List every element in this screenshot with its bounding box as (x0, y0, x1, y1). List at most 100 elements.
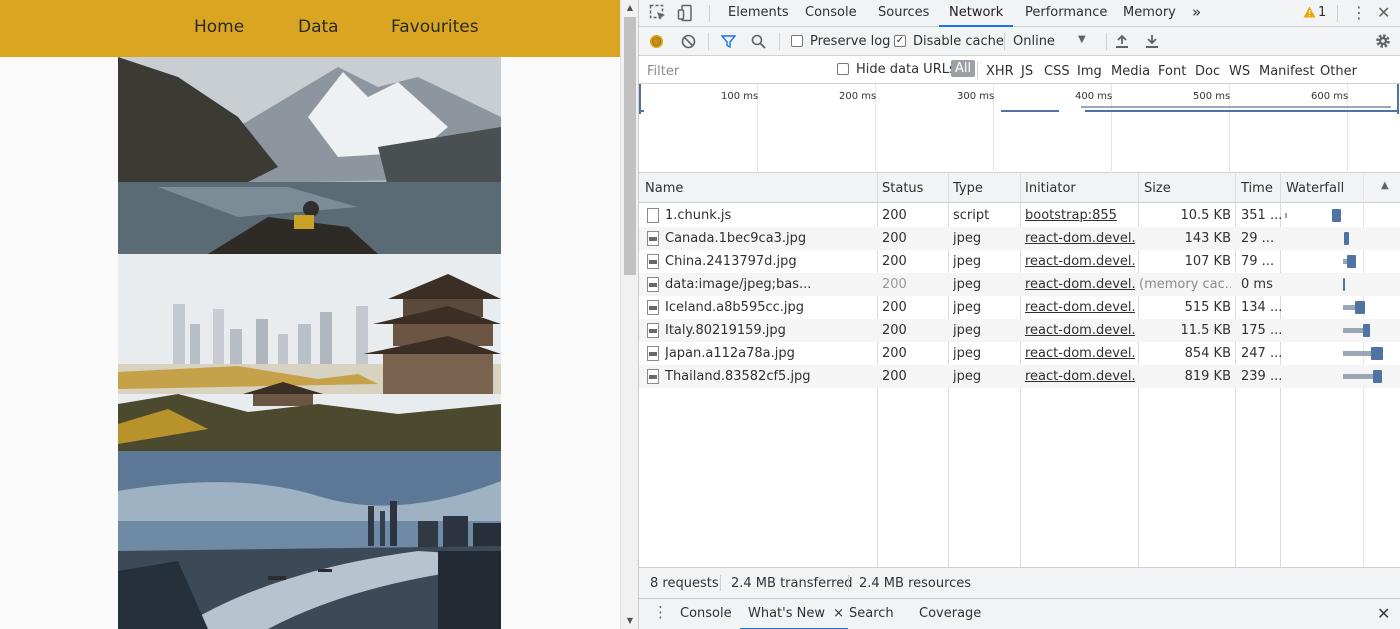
sort-ascending-icon[interactable]: ▲ (1381, 180, 1389, 191)
table-row[interactable]: China.2413797d.jpg 200 jpeg react-dom.de… (639, 250, 1400, 273)
type-filter-media[interactable]: Media (1111, 64, 1150, 79)
more-tabs-icon[interactable]: » (1192, 3, 1201, 21)
request-initiator-link[interactable]: react-dom.devel... (1025, 254, 1135, 269)
drawer-menu-icon[interactable]: ⋮ (653, 603, 668, 621)
table-row[interactable]: Iceland.a8b595cc.jpg 200 jpeg react-dom.… (639, 296, 1400, 319)
request-initiator-link[interactable]: react-dom.devel... (1025, 346, 1135, 361)
request-initiator-link[interactable]: react-dom.devel... (1025, 369, 1135, 384)
drawer-tab-search[interactable]: Search (849, 606, 894, 621)
request-status: 200 (882, 369, 907, 384)
image-file-icon (647, 346, 659, 361)
network-overview-timeline[interactable]: 100 ms 200 ms 300 ms 400 ms 500 ms 600 m… (639, 84, 1400, 173)
drawer-tab-whats-new[interactable]: What's New × (740, 599, 849, 629)
request-status: 200 (882, 277, 907, 292)
request-initiator-link[interactable]: react-dom.devel... (1025, 300, 1135, 315)
type-filter-img[interactable]: Img (1077, 64, 1102, 79)
type-filter-all[interactable]: All (951, 60, 976, 77)
search-icon[interactable] (751, 34, 766, 53)
inspect-element-icon[interactable] (649, 4, 667, 26)
request-initiator-link[interactable]: bootstrap:855 (1025, 208, 1135, 223)
request-initiator-link[interactable]: react-dom.devel... (1025, 323, 1135, 338)
close-devtools-icon[interactable]: ✕ (1377, 3, 1390, 22)
table-row[interactable]: 1.chunk.js 200 script bootstrap:855 10.5… (639, 204, 1400, 227)
drawer-tab-console[interactable]: Console (680, 606, 732, 621)
tab-performance[interactable]: Performance (1025, 5, 1107, 20)
device-toolbar-icon[interactable] (677, 4, 695, 26)
column-header-initiator[interactable]: Initiator (1025, 181, 1076, 196)
tab-elements[interactable]: Elements (728, 5, 789, 20)
network-settings-gear-icon[interactable] (1375, 33, 1391, 53)
request-type: script (953, 208, 990, 223)
tab-sources[interactable]: Sources (878, 5, 929, 20)
request-size: 11.5 KB (1180, 323, 1231, 338)
type-filter-js[interactable]: JS (1021, 64, 1033, 79)
more-options-icon[interactable]: ⋮ (1351, 3, 1367, 22)
type-filter-css[interactable]: CSS (1044, 64, 1070, 79)
table-row[interactable]: Italy.80219159.jpg 200 jpeg react-dom.de… (639, 319, 1400, 342)
photo-pagoda-skyline (118, 254, 501, 451)
throttling-dropdown-icon[interactable]: ▼ (1078, 34, 1086, 45)
waterfall-wait-bar (1343, 351, 1371, 356)
tab-memory[interactable]: Memory (1123, 5, 1176, 20)
column-header-status[interactable]: Status (882, 181, 923, 196)
table-row[interactable]: Japan.a112a78a.jpg 200 jpeg react-dom.de… (639, 342, 1400, 365)
column-header-size[interactable]: Size (1144, 181, 1171, 196)
type-filter-doc[interactable]: Doc (1195, 64, 1220, 79)
scrollbar-thumb[interactable] (624, 17, 636, 275)
waterfall-wait-bar (1343, 374, 1373, 379)
request-time: 29 ... (1241, 231, 1275, 246)
request-size: 854 KB (1184, 346, 1231, 361)
hide-data-urls-checkbox[interactable] (837, 63, 849, 75)
request-status: 200 (882, 231, 907, 246)
request-status: 200 (882, 300, 907, 315)
scroll-down-arrow-icon[interactable]: ▼ (621, 613, 639, 629)
request-name: Italy.80219159.jpg (665, 323, 786, 338)
close-drawer-icon[interactable]: ✕ (1377, 604, 1390, 623)
request-name: 1.chunk.js (665, 208, 732, 223)
filter-input[interactable]: Filter (647, 64, 679, 79)
photo-list (118, 57, 501, 629)
request-initiator-link[interactable]: react-dom.devel... (1025, 277, 1135, 292)
import-har-icon[interactable] (1115, 34, 1129, 53)
type-filter-other[interactable]: Other (1320, 64, 1357, 79)
record-icon[interactable] (649, 34, 664, 53)
close-tab-icon[interactable]: × (833, 606, 844, 621)
table-row[interactable]: Thailand.83582cf5.jpg 200 jpeg react-dom… (639, 365, 1400, 388)
filter-icon[interactable] (720, 34, 737, 53)
preserve-log-checkbox[interactable] (791, 35, 803, 47)
request-name: Thailand.83582cf5.jpg (665, 369, 811, 384)
request-size: 143 KB (1184, 231, 1231, 246)
waterfall-bar (1332, 209, 1341, 222)
column-header-time[interactable]: Time (1241, 181, 1273, 196)
request-status: 200 (882, 323, 907, 338)
tab-console[interactable]: Console (805, 5, 857, 20)
scroll-up-arrow-icon[interactable]: ▲ (621, 0, 639, 16)
column-header-waterfall[interactable]: Waterfall (1286, 181, 1344, 196)
column-header-name[interactable]: Name (645, 181, 683, 196)
nav-link-favourites[interactable]: Favourites (391, 17, 479, 37)
table-row[interactable]: Canada.1bec9ca3.jpg 200 jpeg react-dom.d… (639, 227, 1400, 250)
column-header-type[interactable]: Type (953, 181, 983, 196)
throttling-select[interactable]: Online (1013, 34, 1055, 49)
drawer-tab-coverage[interactable]: Coverage (919, 606, 981, 621)
request-initiator-link[interactable]: react-dom.devel... (1025, 231, 1135, 246)
tab-network[interactable]: Network (939, 0, 1014, 27)
request-time: 351 ... (1241, 208, 1281, 223)
warning-icon[interactable] (1303, 6, 1316, 22)
nav-link-data[interactable]: Data (298, 17, 339, 37)
type-filter-xhr[interactable]: XHR (986, 64, 1014, 79)
export-har-icon[interactable] (1145, 34, 1159, 53)
nav-link-home[interactable]: Home (194, 17, 244, 37)
request-name: Japan.a112a78a.jpg (665, 346, 795, 361)
page-scrollbar[interactable]: ▲ ▼ (620, 0, 638, 629)
clear-icon[interactable] (681, 34, 696, 53)
disable-cache-checkbox[interactable]: ✓ (894, 35, 906, 47)
type-filter-manifest[interactable]: Manifest (1259, 64, 1314, 79)
type-filter-ws[interactable]: WS (1229, 64, 1250, 79)
type-filter-font[interactable]: Font (1158, 64, 1186, 79)
request-size: 107 KB (1184, 254, 1231, 269)
preserve-log-label: Preserve log (810, 34, 891, 49)
image-file-icon (647, 231, 659, 246)
waterfall-bar (1371, 347, 1383, 360)
table-row[interactable]: data:image/jpeg;bas... 200 jpeg react-do… (639, 273, 1400, 296)
